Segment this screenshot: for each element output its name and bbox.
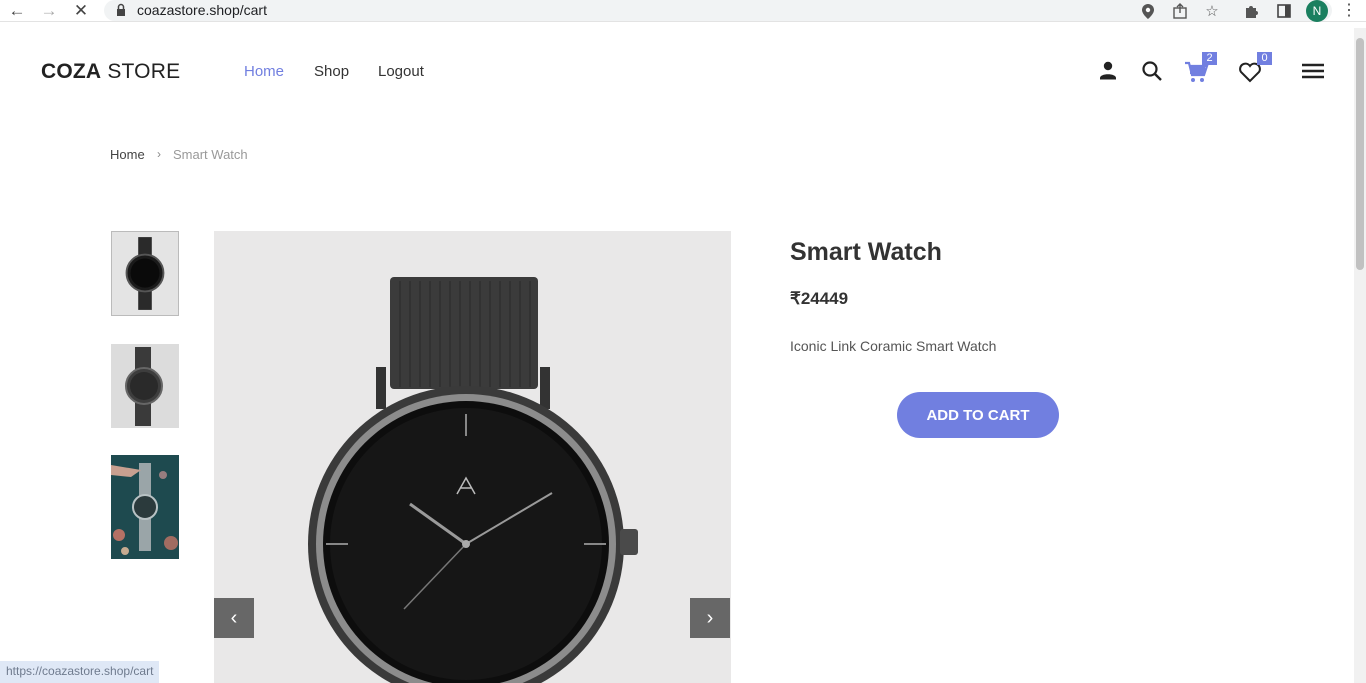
product-description: Iconic Link Coramic Smart Watch bbox=[790, 338, 997, 354]
hamburger-menu-icon[interactable] bbox=[1300, 59, 1326, 85]
prev-image-button[interactable]: ‹ bbox=[214, 598, 254, 638]
extensions-icon[interactable] bbox=[1241, 1, 1261, 21]
watch-front-image bbox=[125, 237, 165, 310]
lock-icon bbox=[117, 3, 125, 16]
nav-logout[interactable]: Logout bbox=[378, 63, 424, 80]
product-main-image: ‹ › bbox=[214, 231, 731, 683]
browser-menu-icon[interactable]: ⋮ bbox=[1340, 0, 1358, 20]
next-image-button[interactable]: › bbox=[690, 598, 730, 638]
wishlist-count-badge: 0 bbox=[1257, 52, 1272, 65]
stop-loading-icon[interactable]: ✕ bbox=[70, 1, 92, 21]
breadcrumb-separator: › bbox=[157, 147, 161, 161]
product-price: ₹24449 bbox=[790, 289, 849, 308]
breadcrumb-current: Smart Watch bbox=[173, 147, 248, 162]
thumbnail-2[interactable] bbox=[111, 344, 179, 428]
cart-count-badge: 2 bbox=[1202, 52, 1217, 65]
url-text: coazastore.shop/cart bbox=[137, 2, 267, 18]
status-bar-link: https://coazastore.shop/cart bbox=[0, 661, 160, 683]
profile-avatar[interactable]: N bbox=[1306, 0, 1328, 22]
bookmark-star-icon[interactable]: ☆ bbox=[1202, 1, 1222, 21]
share-icon[interactable] bbox=[1170, 1, 1190, 21]
user-icon[interactable] bbox=[1096, 59, 1122, 85]
watch-main-image bbox=[214, 231, 731, 683]
forward-icon[interactable]: → bbox=[38, 1, 60, 21]
scrollbar-thumb[interactable] bbox=[1356, 38, 1364, 270]
breadcrumb-home[interactable]: Home bbox=[110, 147, 145, 162]
page-scrollbar[interactable] bbox=[1354, 28, 1366, 683]
side-panel-icon[interactable] bbox=[1274, 1, 1294, 21]
browser-toolbar: ← → ✕ coazastore.shop/cart ☆ N ⋮ bbox=[0, 0, 1366, 22]
search-icon[interactable] bbox=[1140, 59, 1166, 85]
nav-home[interactable]: Home bbox=[244, 63, 284, 80]
add-to-cart-button[interactable]: ADD TO CART bbox=[897, 392, 1059, 438]
location-icon[interactable] bbox=[1138, 1, 1158, 21]
watch-lifestyle-image bbox=[111, 455, 179, 559]
thumbnail-3[interactable] bbox=[111, 455, 179, 559]
site-logo[interactable]: COZA STORE bbox=[41, 60, 180, 84]
nav-shop[interactable]: Shop bbox=[314, 63, 349, 80]
thumbnail-1[interactable] bbox=[111, 231, 179, 316]
watch-angle-image bbox=[125, 347, 163, 426]
product-title: Smart Watch bbox=[790, 238, 942, 266]
back-icon[interactable]: ← bbox=[6, 1, 28, 21]
